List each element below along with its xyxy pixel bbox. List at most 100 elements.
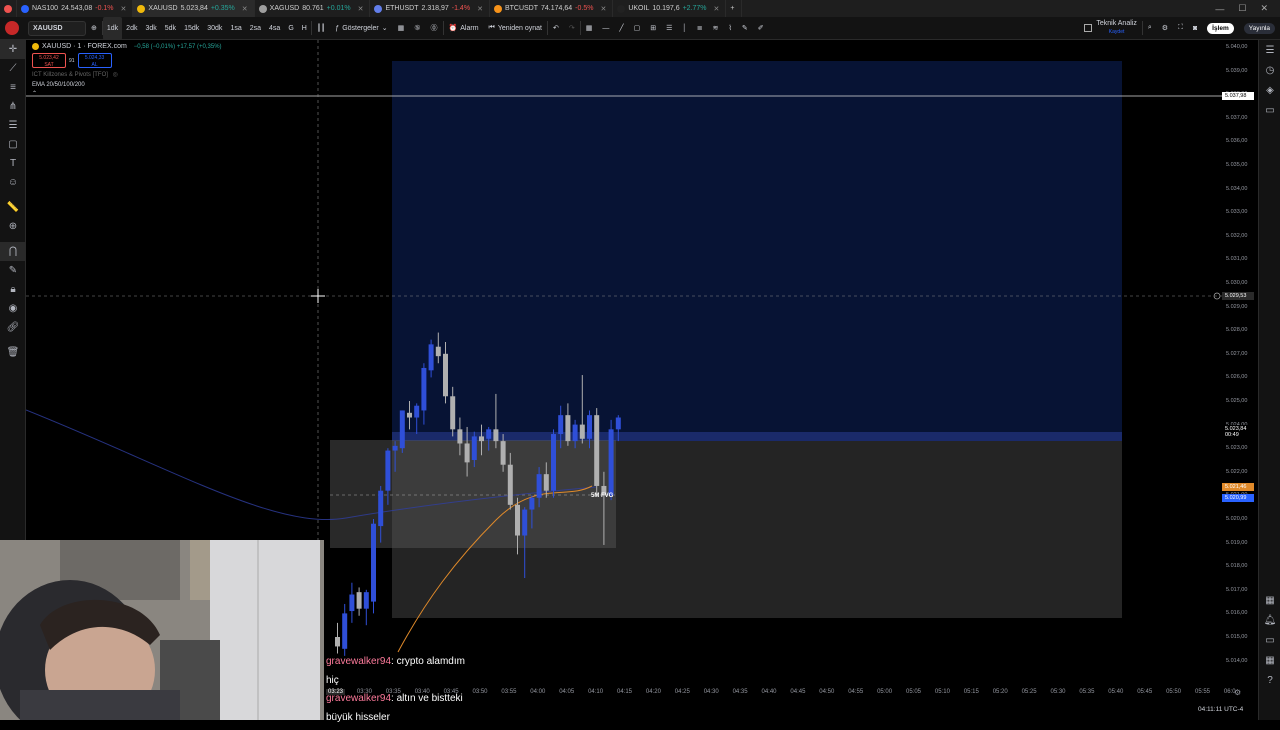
new-tab-button[interactable]: + <box>726 0 741 17</box>
timeframe-4sa[interactable]: 4sa <box>265 17 284 40</box>
text-tool[interactable]: T <box>0 154 26 173</box>
timeframe-30dk[interactable]: 30dk <box>203 17 226 40</box>
close-tab-icon[interactable]: ✕ <box>477 5 483 13</box>
timeframe-5dk[interactable]: 5dk <box>161 17 180 40</box>
candle-body <box>573 425 578 442</box>
close-tab-icon[interactable]: ✕ <box>600 5 606 13</box>
emoji-tool[interactable]: ☺ <box>0 173 26 192</box>
symbol-search-input[interactable]: XAUUSD <box>28 21 86 36</box>
symbol-tab[interactable]: XAGUSD 80.761 +0.01% ✕ <box>255 0 371 17</box>
tech-analysis-button[interactable]: Teknik Analiz Kaydet <box>1079 17 1141 40</box>
price-axis[interactable]: 5.040,005.039,005.038,005.037,005.036,00… <box>1222 40 1258 687</box>
vertical-line-tool[interactable]: │ <box>677 17 691 40</box>
brush-tool[interactable]: ✎ <box>737 17 753 40</box>
chart-type-button[interactable]: ┃┃ <box>312 17 330 40</box>
collapse-legend-icon[interactable]: ⌃ <box>32 90 222 97</box>
keep-drawing-tool[interactable]: ✎ <box>0 261 26 280</box>
close-tab-icon[interactable]: ✕ <box>358 5 364 13</box>
snapshot-button[interactable]: ◙ <box>1188 17 1202 40</box>
minimize-icon[interactable]: — <box>1215 4 1224 14</box>
clock-timezone[interactable]: 04:11:11 UTC-4 <box>1198 706 1243 713</box>
indicator-killzones[interactable]: ICT Killzones & Pivots [TFO] ◎ <box>32 71 222 78</box>
search-button[interactable]: ⌕ <box>1143 17 1157 40</box>
counter-badge-0[interactable]: ⓪ <box>426 17 443 40</box>
path-tool[interactable]: ⌇ <box>723 17 736 40</box>
watchlist-button[interactable]: ☰ <box>1259 40 1280 60</box>
community-button[interactable]: ▭ <box>1259 630 1280 650</box>
redo-button[interactable]: ↷ <box>564 17 580 40</box>
timeframe-15dk[interactable]: 15dk <box>180 17 203 40</box>
close-tab-icon[interactable]: ✕ <box>714 5 720 13</box>
trendline-tool[interactable]: ╱ <box>614 17 628 40</box>
compare-symbol-button[interactable]: ⊕ <box>86 17 102 40</box>
fib-tool[interactable]: ⊞ <box>645 17 661 40</box>
chat-button[interactable]: ▭ <box>1259 100 1280 120</box>
delete-drawings-tool[interactable]: 🗑︎ <box>0 343 26 362</box>
symbol-tab[interactable]: NAS100 24.543,08 -0.1% ✕ <box>17 0 133 17</box>
app-logo-tab[interactable] <box>0 0 17 17</box>
eye-off-icon[interactable]: ◎ <box>113 72 118 78</box>
settings-button[interactable]: ⚙ <box>1157 17 1173 40</box>
close-icon[interactable]: ✕ <box>1260 3 1268 14</box>
symbol-tab[interactable]: XAUUSD 5.023,84 +0.35% ✕ <box>133 0 254 17</box>
sell-button[interactable]: 5.023,42SAT <box>32 53 66 68</box>
crosshair-tool[interactable]: ✛ <box>0 40 26 59</box>
pitchfork-tool[interactable]: ⋔ <box>0 97 26 116</box>
timeframe-H[interactable]: H <box>298 17 311 40</box>
trade-button[interactable]: İşlem <box>1202 17 1239 40</box>
highlighter-tool[interactable]: ✐ <box>753 17 769 40</box>
lock-drawings-tool[interactable]: 🔒︎ <box>0 280 26 299</box>
symbol-tab[interactable]: ETHUSDT 2.318,97 -1.4% ✕ <box>370 0 489 17</box>
drawing-grid-tool[interactable]: ▦ <box>581 17 598 40</box>
calendar-button[interactable]: ▦ <box>1259 590 1280 610</box>
timeframe-2sa[interactable]: 2sa <box>246 17 265 40</box>
alarm-button[interactable]: ⏰Alarm <box>444 17 484 40</box>
time-axis-settings-icon[interactable]: ⚙ <box>1234 688 1241 697</box>
fullscreen-button[interactable]: ⛶ <box>1173 17 1188 40</box>
fib-tool[interactable]: ☰ <box>0 116 26 135</box>
timeframe-2dk[interactable]: 2dk <box>122 17 141 40</box>
timeframe-1dk[interactable]: 1dk <box>103 17 122 40</box>
candle-body <box>486 429 491 438</box>
stream-chat-overlay: gravewalker94: crypto alamdımhiçgravewal… <box>326 656 465 730</box>
replay-button[interactable]: ⏮Yeniden oynat <box>484 17 547 40</box>
channel-tool[interactable]: ≣ <box>692 17 708 40</box>
horizontal-lines-tool[interactable]: ≡ <box>0 78 26 97</box>
counter-badge-5[interactable]: ⑤ <box>409 17 425 40</box>
timeframe-3dk[interactable]: 3dk <box>141 17 160 40</box>
shapes-tool[interactable]: ▢ <box>0 135 26 154</box>
maximize-icon[interactable]: ☐ <box>1238 3 1246 14</box>
link-tool[interactable]: 🔗︎ <box>0 318 26 337</box>
undo-button[interactable]: ↶ <box>548 17 564 40</box>
dom-button[interactable]: ▦ <box>1259 650 1280 670</box>
zoom-tool[interactable]: ⊕ <box>0 217 26 236</box>
close-tab-icon[interactable]: ✕ <box>242 5 248 13</box>
timeframe-1sa[interactable]: 1sa <box>226 17 245 40</box>
symbol-tab[interactable]: UKOIL 10.197,6 +2.77% ✕ <box>613 0 726 17</box>
indicator-ema[interactable]: EMA 20/50/100/200 <box>32 82 222 88</box>
rectangle-tool[interactable]: ▢ <box>629 17 646 40</box>
hide-drawings-tool[interactable]: ◉ <box>0 299 26 318</box>
indicators-button[interactable]: ƒGöstergeler⌄ <box>330 17 392 40</box>
line-tool[interactable]: ⟋ <box>0 59 26 78</box>
avatar[interactable] <box>0 17 24 40</box>
price-tick: 5.029,00 <box>1226 304 1247 310</box>
candle-body <box>558 415 563 434</box>
symbol-tab[interactable]: BTCUSDT 74.174,64 -0.5% ✕ <box>490 0 613 17</box>
buy-button[interactable]: 5.024,33AL <box>78 53 112 68</box>
search-icon: ⌕ <box>1148 24 1152 32</box>
magnet-tool[interactable]: ⋂ <box>0 242 26 261</box>
time-axis[interactable]: 03:2303:3003:3503:4003:4503:5003:5504:00… <box>326 687 1258 701</box>
alerts-button[interactable]: ◷ <box>1259 60 1280 80</box>
ruler-tool[interactable]: 📏 <box>0 198 26 217</box>
templates-button[interactable]: ▦ <box>393 17 410 40</box>
help-button[interactable]: ? <box>1259 670 1280 690</box>
publish-button[interactable]: Yayınla <box>1239 17 1280 40</box>
pattern-tool[interactable]: ≋ <box>708 17 724 40</box>
lines-tool[interactable]: ☰ <box>661 17 677 40</box>
close-tab-icon[interactable]: ✕ <box>121 5 127 13</box>
timeframe-G[interactable]: G <box>284 17 297 40</box>
horizontal-line-tool[interactable]: — <box>597 17 614 40</box>
layers-button[interactable]: ◈ <box>1259 80 1280 100</box>
notifications-button[interactable]: 🔔︎ <box>1259 610 1280 630</box>
